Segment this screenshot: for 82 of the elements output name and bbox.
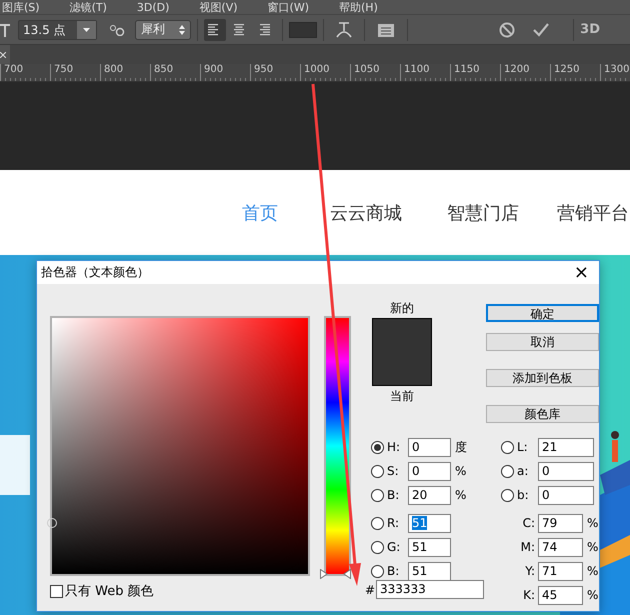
nav-link[interactable]: 云云商城: [330, 200, 402, 224]
value-field[interactable]: 0: [408, 462, 451, 480]
radio-button[interactable]: [371, 488, 384, 502]
unit-label: %: [586, 564, 599, 578]
value-field[interactable]: 0: [538, 486, 594, 504]
color-field[interactable]: [50, 316, 310, 576]
unit-label: %: [454, 464, 468, 478]
menu-item[interactable]: 图库(S): [2, 2, 40, 14]
nav-link[interactable]: 智慧门店: [447, 200, 519, 224]
hex-field[interactable]: 333333: [376, 580, 484, 599]
radio-button[interactable]: [371, 440, 384, 454]
unit-label: %: [586, 516, 599, 530]
text-color-swatch[interactable]: [289, 22, 317, 38]
field-label: H:: [386, 440, 402, 454]
unit-label: %: [454, 488, 468, 502]
unit-label: %: [586, 540, 599, 554]
warp-text-icon[interactable]: [336, 20, 352, 38]
field-label: M:: [520, 540, 536, 554]
value-field[interactable]: 45: [538, 586, 583, 604]
radio-button[interactable]: [371, 516, 384, 530]
field-label: K:: [522, 588, 536, 602]
current-color-label: 当前: [390, 388, 414, 404]
value-field[interactable]: 0: [408, 438, 451, 456]
hue-slider-handle[interactable]: [320, 569, 351, 579]
hex-label: #: [364, 582, 376, 596]
caret-icon: [83, 28, 90, 32]
align-icon: [232, 24, 246, 36]
value-field[interactable]: 71: [538, 562, 583, 580]
color-picker-handle[interactable]: [47, 518, 57, 528]
radio-button[interactable]: [371, 564, 384, 578]
close-button[interactable]: ×: [568, 262, 595, 282]
field-label: B:: [386, 488, 400, 502]
menu-item[interactable]: 视图(V): [199, 2, 238, 14]
align-button[interactable]: [204, 18, 226, 40]
field-label: C:: [522, 516, 536, 530]
radio-button[interactable]: [371, 540, 384, 554]
value-field[interactable]: 21: [538, 438, 594, 456]
panel-icon[interactable]: [377, 22, 395, 38]
field-label: Y:: [524, 564, 536, 578]
anti-alias-select[interactable]: 犀利: [135, 20, 191, 40]
check-icon[interactable]: [533, 22, 550, 36]
menu-item[interactable]: 滤镜(T): [70, 2, 107, 14]
anti-alias-icon: [109, 24, 125, 36]
radio-button[interactable]: [501, 464, 514, 478]
dialog-title: 拾色器（文本颜色）: [41, 264, 149, 281]
cancel-icon[interactable]: [499, 22, 516, 38]
radio-button[interactable]: [501, 440, 514, 454]
value-field[interactable]: 20: [408, 486, 451, 504]
field-label: L:: [516, 440, 529, 454]
up-down-arrows-icon: [179, 24, 185, 34]
field-label: S:: [386, 464, 400, 478]
field-label: a:: [516, 464, 530, 478]
text-tool-icon[interactable]: [0, 22, 10, 36]
3d-button[interactable]: 3D: [580, 22, 600, 37]
dialog-button[interactable]: 添加到色板: [486, 369, 599, 387]
unit-label: %: [586, 588, 599, 602]
dialog-button[interactable]: 取消: [486, 333, 599, 351]
close-icon[interactable]: [0, 52, 6, 58]
field-label: b:: [516, 488, 530, 502]
new-color-label: 新的: [390, 300, 414, 316]
dialog-button[interactable]: 颜色库: [486, 405, 599, 423]
value-field[interactable]: 51: [408, 514, 451, 532]
value-field[interactable]: 0: [538, 462, 594, 480]
font-size-dropdown[interactable]: 13.5 点: [18, 20, 97, 40]
menu-item[interactable]: 窗口(W): [268, 2, 309, 14]
field-label: B:: [386, 564, 400, 578]
value-field[interactable]: 51: [408, 562, 451, 580]
nav-link[interactable]: 营销平台: [557, 200, 629, 224]
field-label: G:: [386, 540, 402, 554]
field-label: R:: [386, 516, 400, 530]
value-field[interactable]: 74: [538, 538, 583, 556]
ruler-label: 1300: [600, 64, 630, 81]
radio-button[interactable]: [501, 488, 514, 502]
web-colors-checkbox[interactable]: 只有 Web 颜色: [50, 582, 355, 600]
dialog-button[interactable]: 确定: [486, 304, 599, 322]
value-field[interactable]: 51: [408, 538, 451, 556]
unit-label: 度: [454, 438, 468, 456]
menu-item[interactable]: 3D(D): [136, 2, 170, 14]
color-preview: [372, 318, 432, 386]
value-field[interactable]: 79: [538, 514, 583, 532]
radio-button[interactable]: [371, 464, 384, 478]
menu-item[interactable]: 帮助(H): [339, 2, 378, 14]
